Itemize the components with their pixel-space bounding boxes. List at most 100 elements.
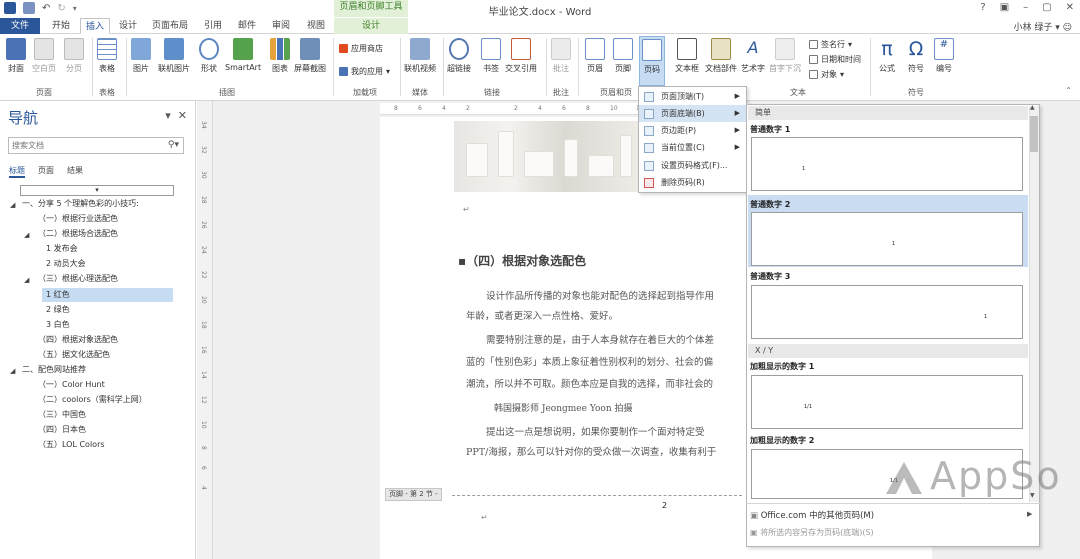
tab-insert[interactable]: 插入 <box>80 18 110 34</box>
menu-item-current-position[interactable]: 当前位置(C) ▶ <box>639 139 746 156</box>
nav-collapse-bar[interactable]: ▾ <box>20 185 174 196</box>
drop-cap-button[interactable]: 首字下沉 <box>769 38 801 74</box>
document-photo[interactable] <box>454 121 639 192</box>
nav-tab-headings[interactable]: 标题 <box>9 165 25 178</box>
paragraph-line[interactable]: 需要特别注意的是，由于人本身就存在着巨大的个体差 <box>486 332 714 346</box>
tab-file[interactable]: 文件 <box>0 18 40 34</box>
tab-design[interactable]: 设计 <box>113 18 143 34</box>
app-store-button[interactable]: 应用商店 <box>339 43 383 54</box>
tab-review[interactable]: 审阅 <box>266 18 296 34</box>
search-icon[interactable]: ⚲▾ <box>168 138 179 153</box>
expand-triangle-icon[interactable]: ◢ <box>10 367 15 375</box>
screenshot-button[interactable]: 屏幕截图 <box>294 38 326 74</box>
nav-tab-results[interactable]: 结果 <box>67 165 83 178</box>
image-caption[interactable]: 韩国摄影师 Jeongmee Yoon 拍摄 <box>494 401 632 414</box>
vertical-ruler[interactable]: 34 32 30 28 26 24 22 20 18 16 14 12 10 8… <box>197 101 213 559</box>
blank-page-button[interactable]: 空白页 <box>32 38 56 74</box>
nav-item[interactable]: （三）根据心理选配色 <box>38 272 118 286</box>
collapse-ribbon-icon[interactable]: ⌃ <box>1065 86 1072 95</box>
cover-button[interactable]: 封面 <box>6 38 26 74</box>
menu-item-top-of-page[interactable]: 页面顶端(T) ▶ <box>639 88 746 105</box>
nav-item[interactable]: （一）Color Hunt <box>38 378 105 392</box>
nav-item[interactable]: 二、配色网站推荐 <box>22 363 86 377</box>
menu-item-remove-page-numbers[interactable]: 删除页码(R) <box>639 174 746 191</box>
gallery-item-plain-number-2[interactable]: 1 <box>751 212 1023 266</box>
nav-item[interactable]: （四）日本色 <box>38 423 86 437</box>
number-button[interactable]: # 编号 <box>934 38 954 74</box>
menu-item-bottom-of-page[interactable]: 页面底端(B) ▶ <box>639 105 746 122</box>
cross-ref-button[interactable]: 交叉引用 <box>505 38 537 74</box>
symbol-button[interactable]: Ω 符号 <box>906 38 926 74</box>
datetime-button[interactable]: 日期和时间 <box>809 54 861 65</box>
expand-triangle-icon[interactable]: ◢ <box>10 201 15 209</box>
tab-hf-design[interactable]: 设计 <box>334 18 408 34</box>
object-button[interactable]: 对象 ▾ <box>809 69 844 80</box>
document-heading[interactable]: ▪（四）根据对象选配色 <box>458 252 586 269</box>
hyperlink-button[interactable]: 超链接 <box>447 38 471 74</box>
nav-options-icon[interactable]: ▾ <box>165 109 171 122</box>
nav-item[interactable]: （五）LOL Colors <box>38 438 105 452</box>
tab-layout[interactable]: 页面布局 <box>148 18 192 34</box>
wordart-button[interactable]: A 艺术字 <box>741 38 765 74</box>
minimize-icon[interactable]: – <box>1023 2 1028 13</box>
footer-button[interactable]: 页脚 <box>613 38 633 74</box>
nav-item[interactable]: （一）根据行业选配色 <box>38 212 118 226</box>
gallery-item-bold-number-1[interactable]: 1/1 <box>751 375 1023 429</box>
paragraph-line[interactable]: 设计作品所传播的对象也能对配色的选择起到指导作用 <box>486 288 714 302</box>
gallery-item-plain-number-1[interactable]: 1 <box>751 137 1023 191</box>
equation-button[interactable]: π 公式 <box>877 38 897 74</box>
nav-item-selected[interactable]: 1 红色 <box>42 288 173 302</box>
tab-mailings[interactable]: 邮件 <box>232 18 262 34</box>
quick-parts-button[interactable]: 文档部件 <box>705 38 737 74</box>
save-selection-item[interactable]: ▣ 将所选内容另存为页码(底端)(S) <box>750 527 874 538</box>
expand-triangle-icon[interactable]: ◢ <box>24 231 29 239</box>
table-button[interactable]: 表格 <box>97 38 117 74</box>
gallery-scrollbar[interactable] <box>1029 106 1039 502</box>
restore-icon[interactable]: ▢ <box>1042 2 1051 13</box>
expand-triangle-icon[interactable]: ◢ <box>24 276 29 284</box>
nav-tab-pages[interactable]: 页面 <box>38 165 54 178</box>
chart-button[interactable]: 图表 <box>270 38 290 74</box>
tab-references[interactable]: 引用 <box>198 18 228 34</box>
online-picture-button[interactable]: 联机图片 <box>158 38 190 74</box>
nav-item[interactable]: （四）根据对象选配色 <box>38 333 118 347</box>
my-apps-button[interactable]: 我的应用 ▾ <box>339 66 390 77</box>
picture-button[interactable]: 图片 <box>131 38 151 74</box>
footer-page-number[interactable]: 2 <box>662 501 667 510</box>
user-account[interactable]: 小林 绿子 ▾ ☺ <box>1013 20 1072 33</box>
paragraph-line[interactable]: 年龄，或者更深入一点性格、爱好。 <box>466 308 618 322</box>
gallery-item-plain-number-3[interactable]: 1 <box>751 285 1023 339</box>
smartart-button[interactable]: SmartArt <box>225 38 261 72</box>
header-button[interactable]: 页眉 <box>585 38 605 74</box>
nav-search-input[interactable]: 搜索文档 ⚲▾ <box>8 137 184 154</box>
page-number-button[interactable]: 页码 <box>639 36 665 86</box>
ribbon-display-icon[interactable]: ▣ <box>1000 2 1009 13</box>
smiley-icon[interactable]: ☺ <box>1063 23 1072 33</box>
comment-button[interactable]: 批注 <box>551 38 571 74</box>
paragraph-line[interactable]: 蓝的「性别色彩」本质上象征着性别权利的划分、社会的偏 <box>466 354 713 368</box>
online-video-button[interactable]: 联机视频 <box>404 38 436 74</box>
nav-item[interactable]: （三）中国色 <box>38 408 86 422</box>
paragraph-line[interactable]: 潮流，所以并不可取。颜色本应是自我的选择，而非社会的 <box>466 376 713 390</box>
shapes-button[interactable]: 形状 <box>199 38 219 74</box>
nav-item[interactable]: 一、分享 5 个理解色彩的小技巧: <box>22 197 139 211</box>
page-break-button[interactable]: 分页 <box>64 38 84 74</box>
nav-item[interactable]: 2 动员大会 <box>46 257 86 271</box>
bookmark-button[interactable]: 书签 <box>481 38 501 74</box>
nav-item[interactable]: （二）根据场合选配色 <box>38 227 118 241</box>
help-button[interactable]: ? <box>980 2 985 13</box>
tab-home[interactable]: 开始 <box>46 18 76 34</box>
close-icon[interactable]: ✕ <box>1066 2 1074 13</box>
nav-close-icon[interactable]: ✕ <box>178 109 187 122</box>
more-page-numbers-link[interactable]: ▣ Office.com 中的其他页码(M) <box>750 509 874 521</box>
menu-item-page-margins[interactable]: 页边距(P) ▶ <box>639 122 746 139</box>
nav-item[interactable]: （五）据文化选配色 <box>38 348 110 362</box>
paragraph-line[interactable]: PPT/海报，那么可以针对你的受众做一次调查，收集有利于 <box>466 444 716 458</box>
menu-item-format-page-numbers[interactable]: 设置页码格式(F)... <box>639 157 746 174</box>
nav-item[interactable]: 1 发布会 <box>46 242 78 256</box>
textbox-button[interactable]: 文本框 <box>675 38 699 74</box>
paragraph-line[interactable]: 提出这一点是想说明，如果你要制作一个面对特定受 <box>486 424 705 438</box>
scroll-up-icon[interactable]: ▲ <box>1030 104 1035 111</box>
nav-item[interactable]: （二）coolors（需科学上网） <box>38 393 147 407</box>
nav-item[interactable]: 2 绿色 <box>46 303 70 317</box>
